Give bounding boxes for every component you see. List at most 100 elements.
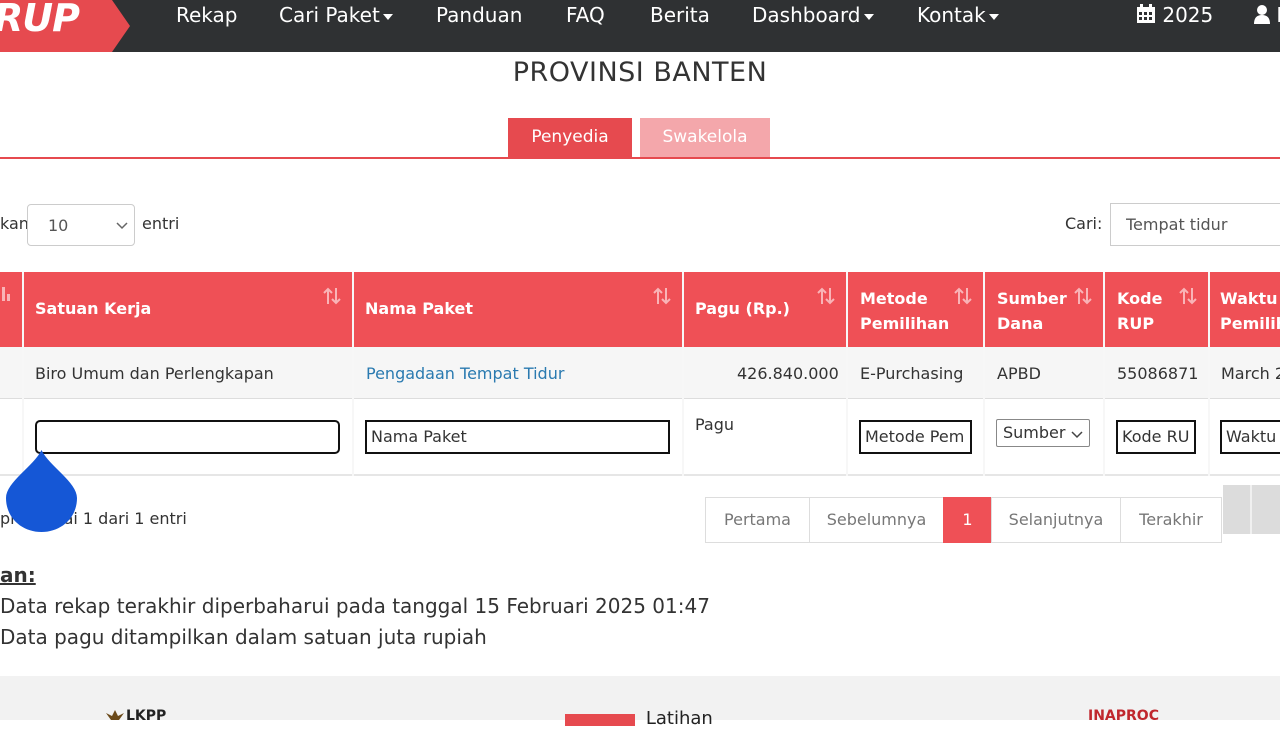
sort-icon [323, 287, 341, 305]
column-divider [22, 272, 24, 476]
header-metode-pemilihan[interactable]: Metode Pemilihan [848, 272, 983, 347]
header-satuan-kerja[interactable]: Satuan Kerja [24, 272, 352, 347]
header-waktu-label: Waktu Pemilih [1220, 286, 1280, 336]
note-item: Data rekap terakhir diperbaharui pada ta… [0, 594, 710, 618]
nav-panduan[interactable]: Panduan [436, 2, 522, 28]
header-metode-line2: Pemilihan [860, 314, 950, 333]
search-label: Cari: [1065, 214, 1103, 233]
chevron-down-icon [988, 13, 999, 20]
entries-value: 10 [48, 216, 69, 235]
column-divider [1208, 272, 1210, 476]
nav-faq[interactable]: FAQ [566, 2, 605, 28]
header-satuan-kerja-label: Satuan Kerja [35, 299, 152, 318]
sort-icon [2, 287, 10, 301]
sirup-mini-logo [565, 714, 635, 726]
sirup-latihan-logo[interactable]: Latihan [565, 708, 713, 729]
user-label: L [1276, 3, 1280, 27]
header-nama-paket-label: Nama Paket [365, 299, 474, 318]
cell-metode: E-Purchasing [860, 364, 964, 383]
year-selector[interactable]: 2025 [1136, 2, 1213, 28]
touch-marker-icon [6, 450, 77, 532]
header-col-partial[interactable] [0, 272, 22, 347]
paket-link[interactable]: Pengadaan Tempat Tidur [366, 364, 564, 383]
filter-sumber-dana-value: Sumber [1003, 423, 1066, 442]
chevron-down-icon [1071, 431, 1083, 439]
export-divider [1250, 485, 1252, 534]
cell-kode-rup: 55086871 [1117, 364, 1199, 383]
sirup-logo[interactable]: RUP [0, 0, 130, 52]
filter-waktu-input[interactable]: Waktu [1220, 420, 1280, 454]
filter-pagu-label: Pagu [695, 415, 735, 434]
filter-sumber-dana-select[interactable]: Sumber [996, 419, 1090, 447]
year-label: 2025 [1162, 3, 1214, 27]
search-field[interactable] [1110, 203, 1280, 246]
column-divider [1103, 272, 1105, 476]
header-waktu-line2: Pemilih [1220, 314, 1280, 333]
note-item: Data pagu ditampilkan dalam satuan juta … [0, 625, 487, 649]
nav-cari-paket[interactable]: Cari Paket [279, 2, 393, 28]
nav-rekap[interactable]: Rekap [176, 2, 237, 28]
header-sumber-line1: Sumber [997, 289, 1067, 308]
pagination-next[interactable]: Selanjutnya [991, 497, 1121, 543]
header-waktu-line1: Waktu [1220, 289, 1278, 308]
chevron-down-icon [382, 13, 393, 20]
pagination-first[interactable]: Pertama [705, 497, 810, 543]
entries-per-page-select[interactable]: 10 [27, 204, 135, 246]
chevron-down-icon [116, 222, 128, 230]
header-kode-label: Kode RUP [1117, 286, 1162, 336]
sort-icon [1179, 287, 1197, 305]
user-menu[interactable]: L [1254, 2, 1280, 28]
sort-icon [817, 287, 835, 305]
chevron-down-icon [863, 13, 874, 20]
filter-satuan-kerja-input[interactable] [35, 420, 340, 454]
header-kode-line2: RUP [1117, 314, 1155, 333]
header-nama-paket[interactable]: Nama Paket [354, 272, 682, 347]
nav-dashboard[interactable]: Dashboard [752, 2, 874, 28]
nav-kontak-label: Kontak [917, 3, 986, 27]
cell-waktu: March 2 [1221, 364, 1280, 383]
notes-heading: an: [0, 563, 36, 587]
sort-icon [1074, 287, 1092, 305]
header-metode-label: Metode Pemilihan [860, 286, 949, 336]
cell-pagu: 426.840.000 [737, 364, 839, 383]
pagination-last[interactable]: Terakhir [1120, 497, 1222, 543]
header-kode-rup[interactable]: Kode RUP [1105, 272, 1208, 347]
export-buttons[interactable] [1223, 485, 1280, 534]
pagination-prev[interactable]: Sebelumnya [809, 497, 944, 543]
latihan-text: Latihan [645, 708, 713, 729]
inaproc-logo[interactable]: INAPROC [1088, 708, 1159, 724]
header-sumber-dana[interactable]: Sumber Dana [985, 272, 1103, 347]
header-waktu-pemilihan[interactable]: Waktu Pemilih [1210, 272, 1280, 347]
pagination-page-1[interactable]: 1 [943, 497, 992, 543]
tab-swakelola[interactable]: Swakelola [640, 118, 770, 157]
filter-metode-input[interactable]: Metode Pem [859, 420, 972, 454]
calendar-icon [1137, 4, 1155, 23]
user-icon [1254, 5, 1270, 24]
filter-nama-paket-input[interactable]: Nama Paket [365, 420, 670, 454]
header-pagu-label: Pagu (Rp.) [695, 299, 790, 318]
column-divider [352, 272, 354, 476]
lkpp-logo-text: LKPP [126, 708, 167, 724]
header-metode-line1: Metode [860, 289, 928, 308]
tab-penyedia[interactable]: Penyedia [508, 118, 632, 157]
tab-divider [0, 157, 1280, 159]
filter-kode-rup-input[interactable]: Kode RU [1116, 420, 1196, 454]
header-kode-line1: Kode [1117, 289, 1163, 308]
page-title: PROVINSI BANTEN [512, 57, 768, 88]
nav-berita[interactable]: Berita [650, 2, 710, 28]
nav-cari-paket-label: Cari Paket [279, 3, 380, 27]
nav-kontak[interactable]: Kontak [917, 2, 999, 28]
nav-dashboard-label: Dashboard [752, 3, 861, 27]
length-prefix: kan [0, 214, 29, 233]
top-navbar: RUP Rekap Cari Paket Panduan FAQ Berita … [0, 0, 1280, 52]
header-sumber-line2: Dana [997, 314, 1044, 333]
column-divider [983, 272, 985, 476]
length-suffix: entri [142, 214, 180, 233]
header-sumber-label: Sumber Dana [997, 286, 1067, 336]
sort-icon [954, 287, 972, 305]
lkpp-logo[interactable]: LKPP [104, 708, 166, 724]
search-input[interactable] [1126, 215, 1276, 234]
column-divider [682, 272, 684, 476]
header-pagu[interactable]: Pagu (Rp.) [684, 272, 846, 347]
column-divider [846, 272, 848, 476]
